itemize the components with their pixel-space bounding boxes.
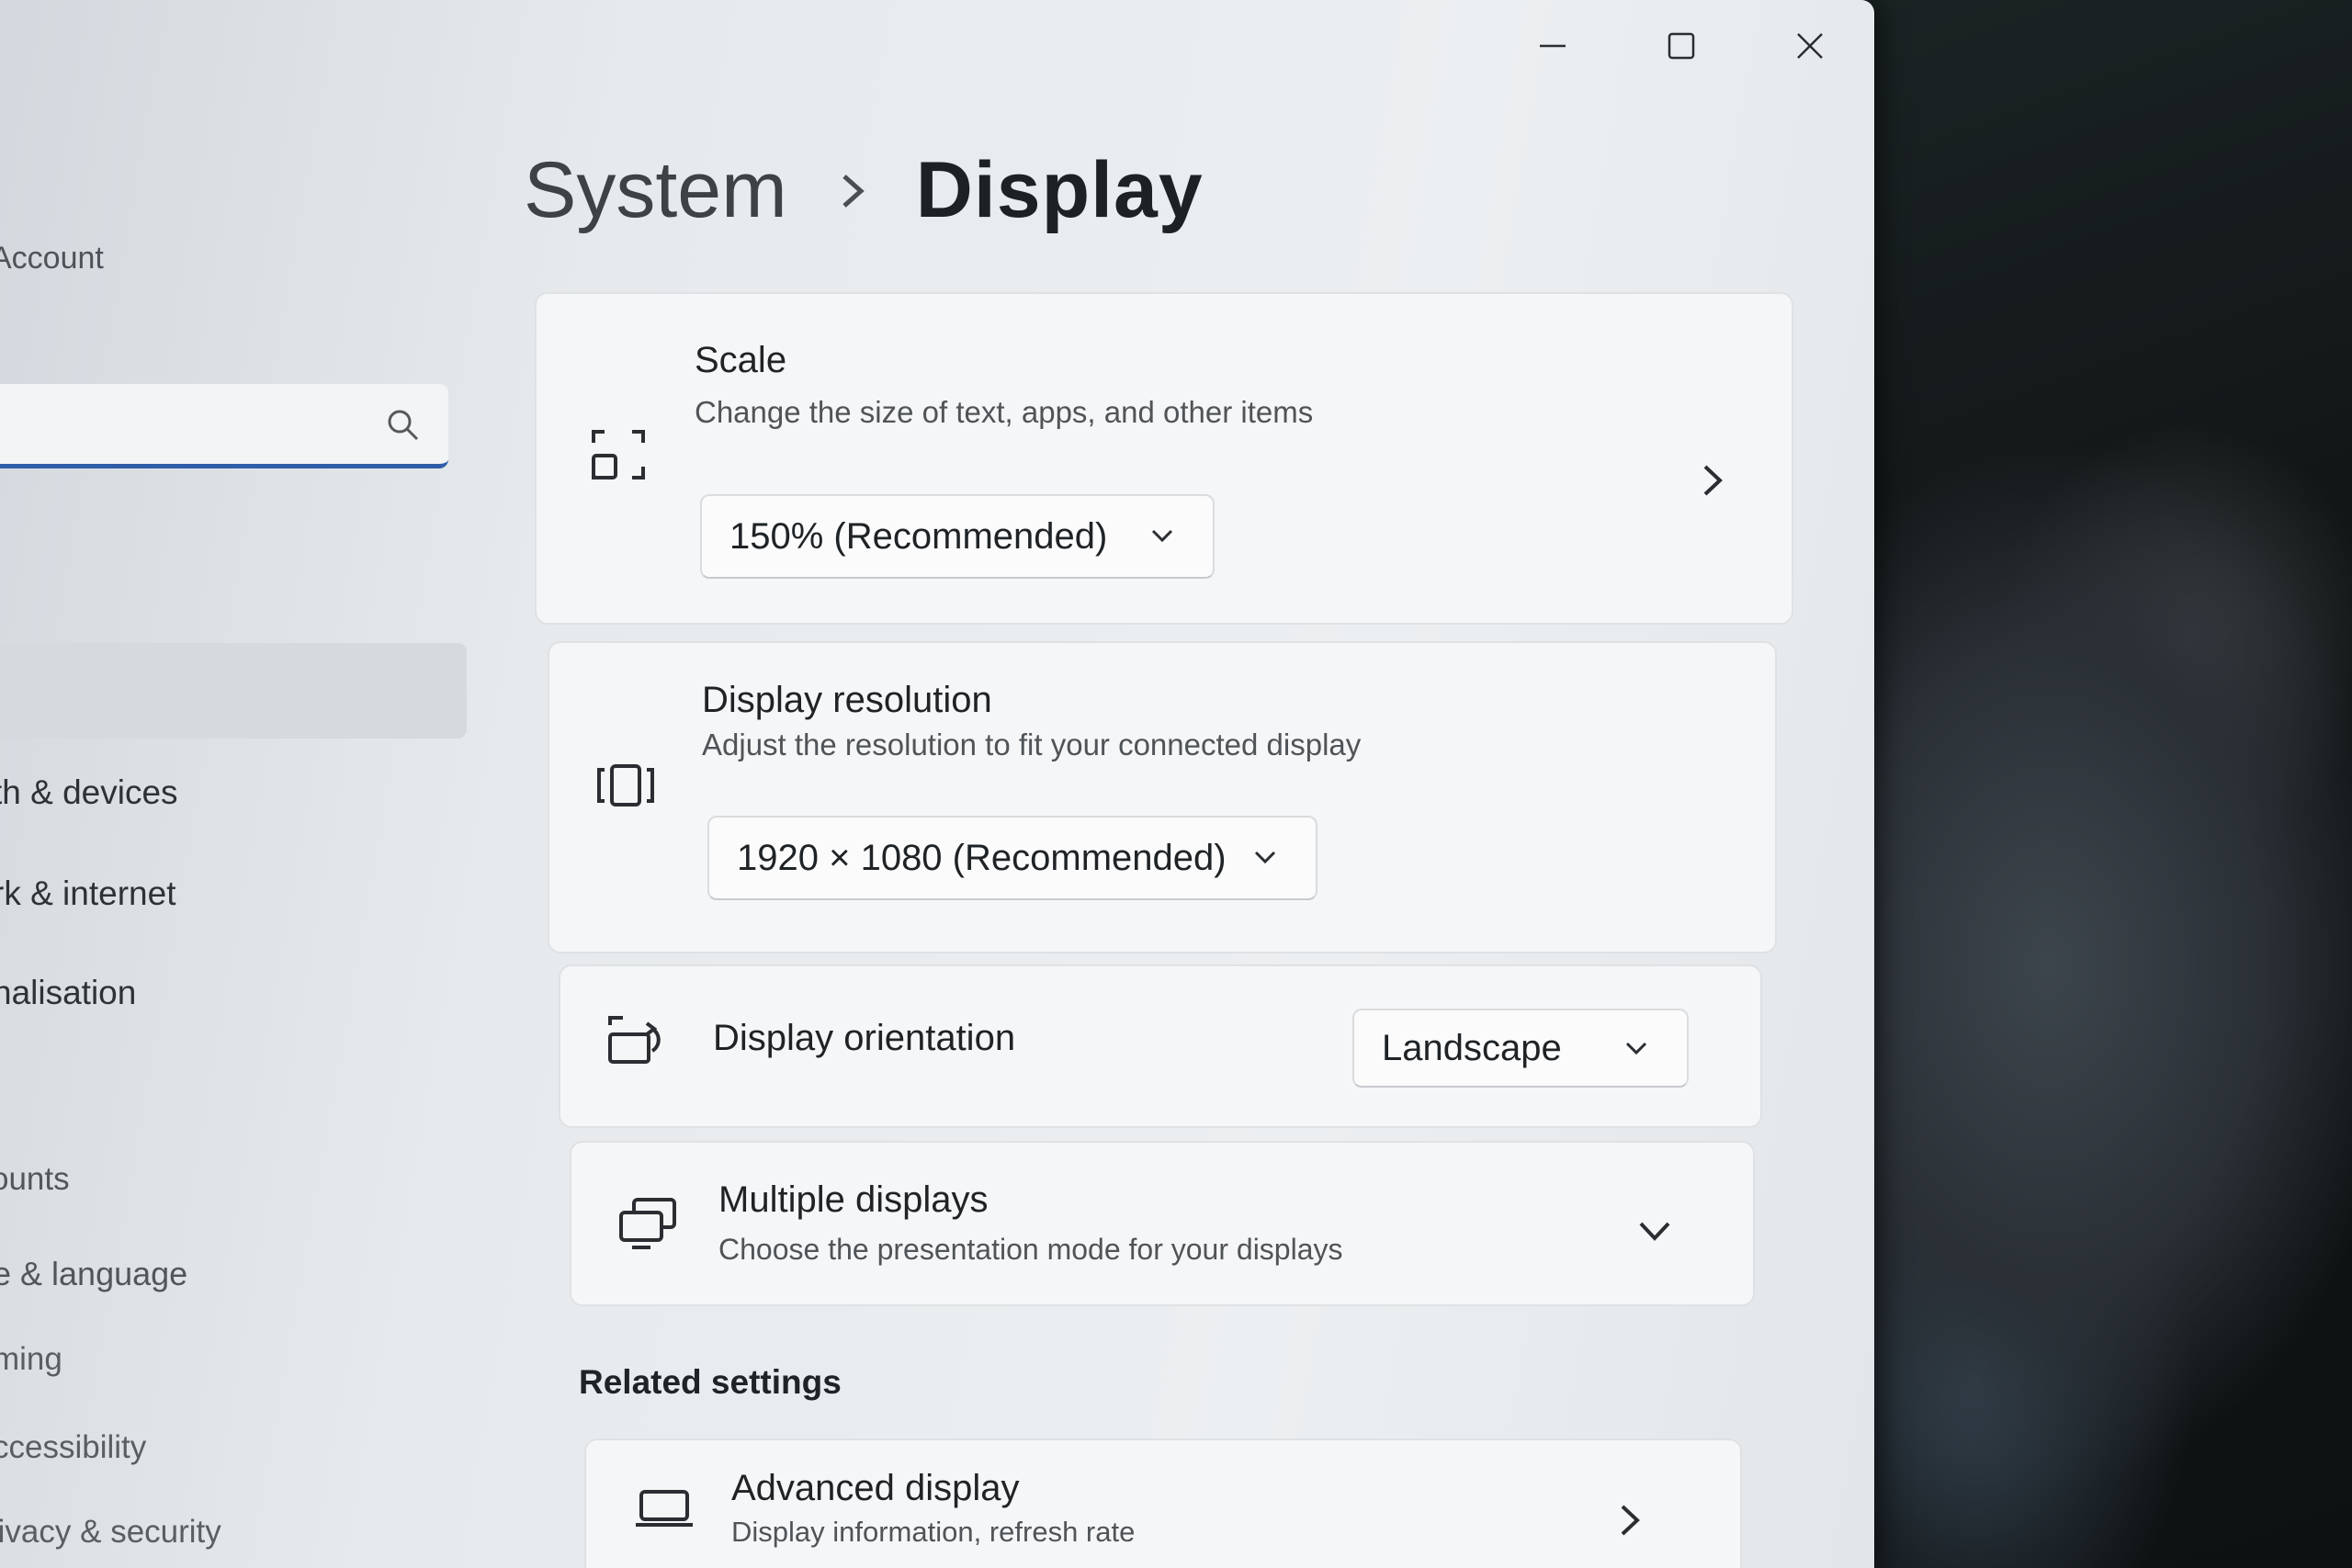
sidebar-item-accessibility[interactable]: ccessibility (0, 1429, 146, 1466)
minimize-button[interactable] (1511, 18, 1594, 73)
multiple-displays-card[interactable]: Multiple displays Choose the presentatio… (570, 1141, 1755, 1306)
advanced-display-card[interactable]: Advanced display Display information, re… (584, 1438, 1742, 1568)
breadcrumb-system[interactable]: System (524, 145, 787, 236)
maximize-button[interactable] (1640, 18, 1723, 73)
search-input[interactable] (0, 384, 448, 468)
account-label[interactable]: Account (0, 241, 104, 276)
minimize-icon (1540, 44, 1566, 48)
chevron-down-icon (1639, 1222, 1670, 1241)
scale-card[interactable]: Scale Change the size of text, apps, and… (535, 292, 1793, 625)
chevron-right-icon (1621, 1505, 1640, 1536)
breadcrumb: System Display (524, 145, 1204, 236)
multiple-displays-icon (619, 1198, 676, 1249)
sidebar-item-gaming[interactable]: ming (0, 1341, 62, 1378)
scale-subtitle: Change the size of text, apps, and other… (695, 395, 1314, 429)
sidebar-item-privacy-security[interactable]: rivacy & security (0, 1514, 221, 1551)
sidebar-item-time-language[interactable]: e & language (0, 1255, 187, 1293)
sidebar-item-system[interactable] (0, 643, 467, 739)
sidebar: Account th & devices rk & internet nalis… (0, 0, 478, 1568)
chevron-right-icon (842, 174, 865, 208)
resolution-subtitle: Adjust the resolution to fit your connec… (702, 728, 1362, 761)
resolution-dropdown[interactable]: 1920 × 1080 (Recommended) (707, 816, 1317, 900)
search-icon (388, 410, 419, 441)
sidebar-item-accounts[interactable]: ounts (0, 1161, 70, 1198)
scale-dropdown[interactable]: 150% (Recommended) (700, 494, 1215, 579)
display-orientation-card: Display orientation Landscape (559, 964, 1762, 1128)
chevron-down-icon (1254, 851, 1276, 864)
chevron-down-icon (1151, 529, 1173, 543)
scale-title: Scale (695, 340, 787, 380)
related-settings-heading: Related settings (579, 1363, 842, 1401)
page-title: Display (915, 146, 1204, 234)
close-button[interactable] (1769, 18, 1851, 73)
display-resolution-card: Display resolution Adjust the resolution… (548, 641, 1777, 953)
sidebar-item-bluetooth-devices[interactable]: th & devices (0, 773, 178, 812)
advanced-display-title: Advanced display (731, 1468, 1020, 1508)
multiple-displays-subtitle: Choose the presentation mode for your di… (718, 1233, 1343, 1266)
maximize-icon (1668, 32, 1695, 60)
resolution-value: 1920 × 1080 (Recommended) (737, 837, 1227, 878)
chevron-right-icon (1703, 465, 1723, 496)
sidebar-item-network-internet[interactable]: rk & internet (0, 874, 175, 913)
orientation-icon (608, 1016, 661, 1064)
close-icon (1797, 33, 1823, 59)
orientation-value: Landscape (1382, 1027, 1562, 1068)
resolution-icon (597, 764, 654, 807)
advanced-display-subtitle: Display information, refresh rate (731, 1516, 1136, 1548)
settings-window: Account th & devices rk & internet nalis… (0, 0, 1874, 1568)
sidebar-item-personalisation[interactable]: nalisation (0, 974, 136, 1012)
orientation-dropdown[interactable]: Landscape (1352, 1009, 1689, 1088)
resolution-title: Display resolution (702, 680, 992, 720)
scale-value: 150% (Recommended) (729, 515, 1108, 557)
orientation-title: Display orientation (713, 1018, 1016, 1058)
chevron-down-icon (1625, 1042, 1647, 1055)
monitor-icon (636, 1490, 693, 1527)
scale-icon (592, 430, 645, 479)
multiple-displays-title: Multiple displays (718, 1179, 989, 1220)
